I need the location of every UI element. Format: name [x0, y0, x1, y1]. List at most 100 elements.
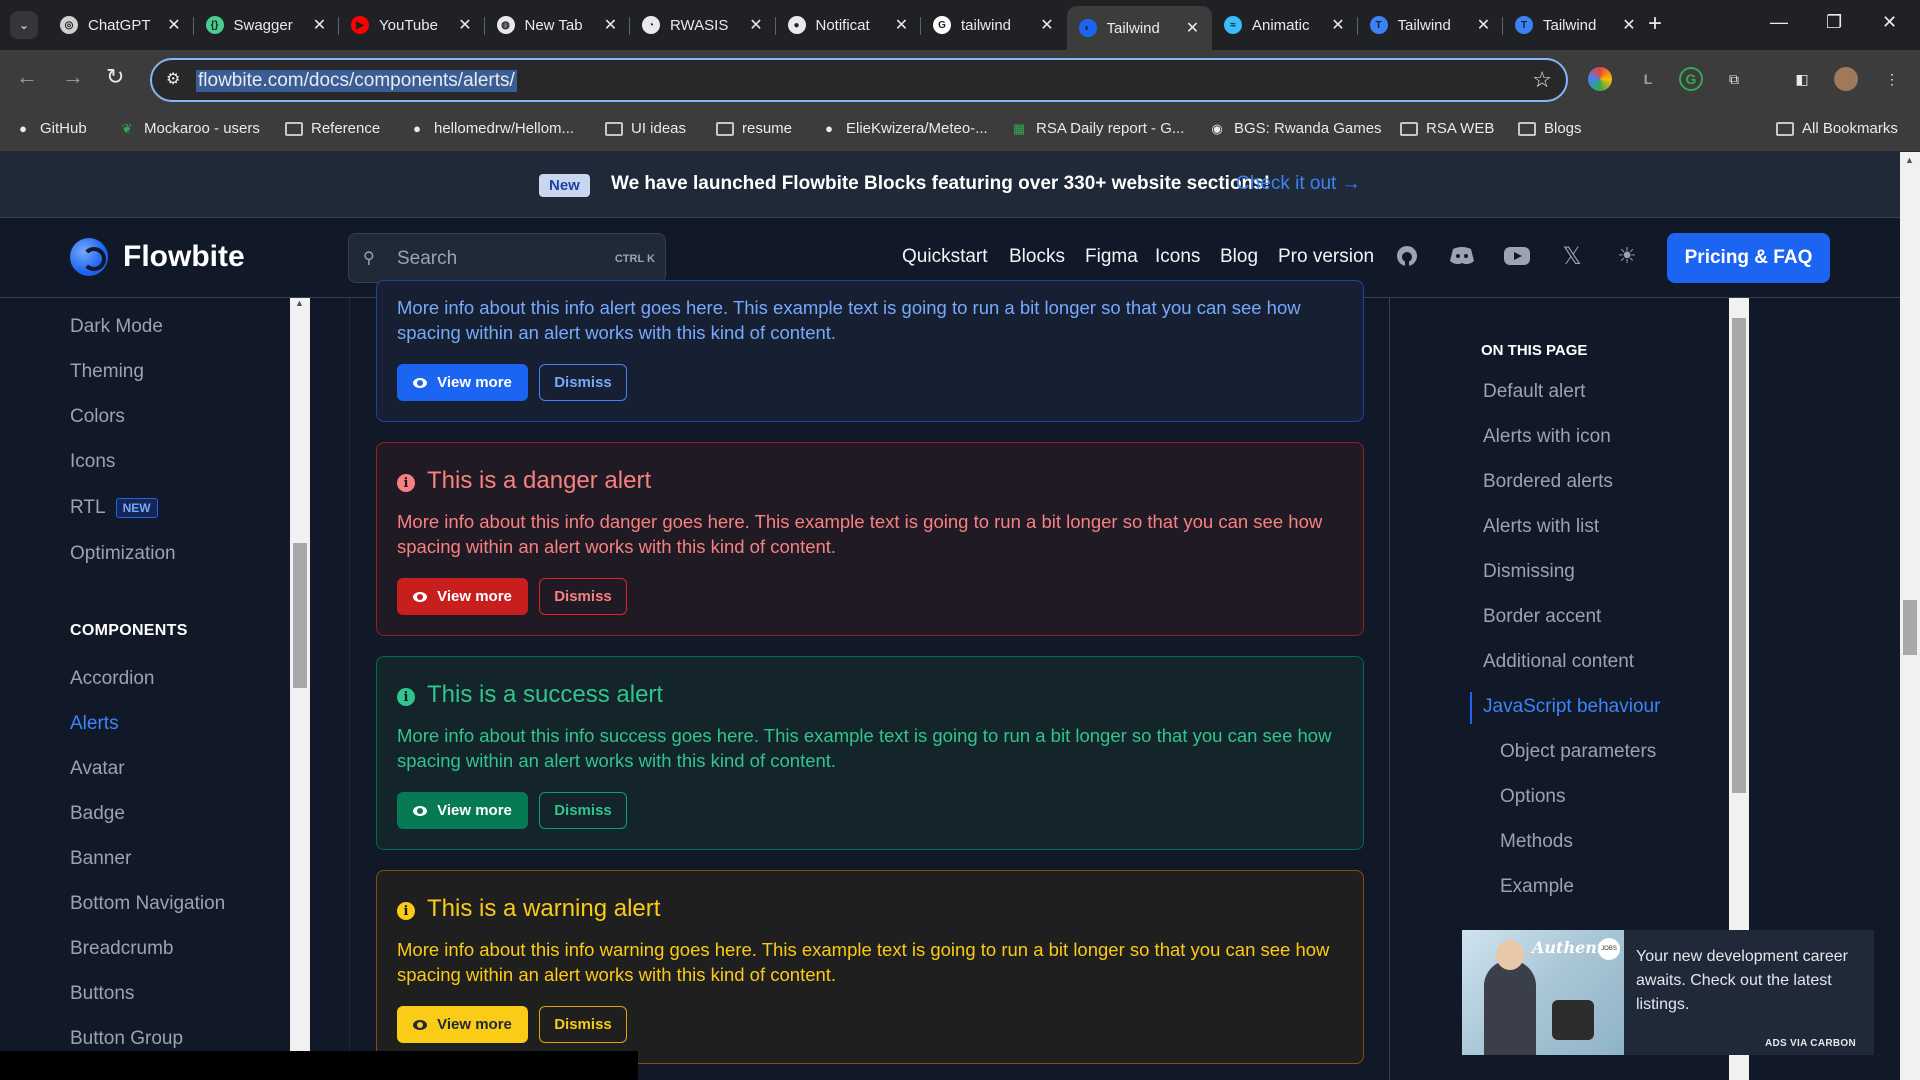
tab-close-icon[interactable]: ✕ — [745, 15, 767, 35]
dismiss-button[interactable]: Dismiss — [539, 364, 627, 401]
url-text[interactable]: flowbite.com/docs/components/alerts/ — [196, 70, 517, 92]
forward-button[interactable]: → — [62, 64, 84, 90]
toc-subitem-options[interactable]: Options — [1500, 786, 1565, 808]
nav-link-figma[interactable]: Figma — [1085, 246, 1138, 268]
tab-search-button[interactable]: ⌄ — [10, 11, 38, 39]
new-tab-button[interactable]: + — [1648, 12, 1662, 36]
nav-link-pro-version[interactable]: Pro version — [1278, 246, 1374, 268]
browser-tab[interactable]: ◎ ChatGPT ✕ — [48, 8, 193, 42]
browser-tab[interactable]: T Tailwind ✕ — [1503, 8, 1648, 42]
ads-via-carbon-link[interactable]: ADS VIA CARBON — [1765, 1038, 1856, 1049]
minimize-button[interactable]: — — [1770, 12, 1788, 33]
extension-colorpicker-icon[interactable] — [1588, 67, 1612, 91]
github-icon[interactable] — [1393, 242, 1421, 270]
sidebar-item-accordion[interactable]: Accordion — [70, 668, 155, 690]
sidebar-item-icons[interactable]: Icons — [70, 451, 115, 473]
nav-link-icons[interactable]: Icons — [1155, 246, 1200, 268]
bookmark-item[interactable]: ◉ BGS: Rwanda Games — [1208, 120, 1381, 137]
bookmark-item[interactable]: resume — [716, 120, 792, 137]
sidebar-item-breadcrumb[interactable]: Breadcrumb — [70, 938, 174, 960]
browser-tab[interactable]: ≈ Animatic ✕ — [1212, 8, 1357, 42]
view-more-button[interactable]: View more — [397, 578, 528, 615]
bookmark-item[interactable]: ● hellomedrw/Hellom... — [408, 120, 574, 137]
site-info-icon[interactable]: ⚙ — [166, 69, 180, 89]
grammarly-icon[interactable]: G — [1679, 67, 1703, 91]
sidebar-scrollbar[interactable] — [290, 298, 310, 1080]
view-more-button[interactable]: View more — [397, 1006, 528, 1043]
toc-scrollbar-thumb[interactable] — [1732, 318, 1746, 793]
sidebar-item-theming[interactable]: Theming — [70, 361, 144, 383]
dismiss-button[interactable]: Dismiss — [539, 578, 627, 615]
carbon-ad[interactable]: Authentic JOBS Your new development care… — [1462, 930, 1874, 1055]
sidebar-item-colors[interactable]: Colors — [70, 406, 125, 428]
sidebar-item-rtl[interactable]: RTL NEW — [70, 497, 158, 519]
toc-subitem-methods[interactable]: Methods — [1500, 831, 1573, 853]
tab-close-icon[interactable]: ✕ — [891, 15, 913, 35]
browser-menu-icon[interactable]: ⋮ — [1880, 67, 1904, 91]
toc-subitem-example[interactable]: Example — [1500, 876, 1574, 898]
scroll-up-arrow-icon[interactable]: ▲ — [1905, 155, 1914, 165]
browser-tab[interactable]: ▶ YouTube ✕ — [339, 8, 484, 42]
all-bookmarks-link[interactable]: All Bookmarks — [1776, 120, 1898, 137]
brand-name[interactable]: Flowbite — [123, 240, 245, 274]
browser-tab[interactable]: T Tailwind ✕ — [1358, 8, 1503, 42]
pricing-faq-button[interactable]: Pricing & FAQ — [1667, 233, 1830, 283]
sidebar-item-buttons[interactable]: Buttons — [70, 983, 134, 1005]
bookmark-item[interactable]: ❦ Mockaroo - users — [118, 120, 260, 137]
discord-icon[interactable] — [1448, 242, 1476, 270]
sidebar-item-badge[interactable]: Badge — [70, 803, 125, 825]
toc-item-bordered-alerts[interactable]: Bordered alerts — [1483, 471, 1613, 493]
toc-item-dismissing[interactable]: Dismissing — [1483, 561, 1575, 583]
restore-button[interactable]: ❐ — [1826, 12, 1842, 33]
address-bar[interactable]: ⚙ flowbite.com/docs/components/alerts/ ☆ — [150, 58, 1568, 102]
tab-close-icon[interactable]: ✕ — [1327, 15, 1349, 35]
tab-close-icon[interactable]: ✕ — [1473, 15, 1495, 35]
bookmark-item[interactable]: ● GitHub — [14, 120, 87, 137]
view-more-button[interactable]: View more — [397, 364, 528, 401]
tab-close-icon[interactable]: ✕ — [1618, 15, 1640, 35]
toc-item-javascript-behaviour[interactable]: JavaScript behaviour — [1483, 696, 1660, 718]
search-input[interactable]: ⚲ Search CTRL K — [348, 233, 666, 283]
extension-l-icon[interactable]: L — [1636, 67, 1660, 91]
toc-item-border-accent[interactable]: Border accent — [1483, 606, 1601, 628]
youtube-icon[interactable] — [1503, 242, 1531, 270]
bookmark-item[interactable]: UI ideas — [605, 120, 686, 137]
sidebar-item-optimization[interactable]: Optimization — [70, 543, 176, 565]
ad-image[interactable]: Authentic JOBS — [1462, 930, 1624, 1055]
banner-link[interactable]: Check it out → — [1236, 173, 1361, 195]
tab-close-icon[interactable]: ✕ — [309, 15, 331, 35]
sidebar-item-bottom-navigation[interactable]: Bottom Navigation — [70, 893, 225, 915]
tab-close-icon[interactable]: ✕ — [600, 15, 622, 35]
sidebar-item-alerts[interactable]: Alerts — [70, 713, 119, 735]
sidebar-item-avatar[interactable]: Avatar — [70, 758, 125, 780]
browser-tab[interactable]: ● Notificat ✕ — [776, 8, 921, 42]
toc-item-additional-content[interactable]: Additional content — [1483, 651, 1634, 673]
ad-text[interactable]: Your new development career awaits. Chec… — [1636, 945, 1858, 1017]
side-panel-icon[interactable]: ◧ — [1790, 67, 1814, 91]
tab-close-icon[interactable]: ✕ — [1036, 15, 1058, 35]
bookmark-item[interactable]: Reference — [285, 120, 380, 137]
theme-toggle-sun-icon[interactable]: ☀ — [1613, 242, 1641, 270]
flowbite-logo-icon[interactable] — [70, 238, 108, 276]
toc-item-default-alert[interactable]: Default alert — [1483, 381, 1585, 403]
bookmark-item[interactable]: RSA WEB — [1400, 120, 1494, 137]
extensions-puzzle-icon[interactable]: ⧉ — [1722, 67, 1746, 91]
toc-item-alerts-with-icon[interactable]: Alerts with icon — [1483, 426, 1611, 448]
close-window-button[interactable]: ✕ — [1882, 12, 1897, 33]
scroll-up-arrow-icon[interactable]: ▲ — [295, 298, 304, 308]
page-scrollbar-thumb[interactable] — [1903, 600, 1917, 655]
bookmark-item[interactable]: ▦ RSA Daily report - G... — [1010, 120, 1185, 137]
dismiss-button[interactable]: Dismiss — [539, 1006, 627, 1043]
reload-button[interactable]: ↻ — [106, 64, 124, 90]
browser-tab[interactable]: Gtailwind ✕ — [921, 8, 1066, 42]
toc-item-alerts-with-list[interactable]: Alerts with list — [1483, 516, 1599, 538]
tab-close-icon[interactable]: ✕ — [1182, 18, 1204, 38]
bookmark-star-icon[interactable]: ☆ — [1532, 67, 1552, 93]
sidebar-item-dark-mode[interactable]: Dark Mode — [70, 316, 163, 338]
browser-tab[interactable]: ◔ RWASIS ✕ — [630, 8, 775, 42]
browser-tab[interactable]: ◐ Tailwind ✕ — [1066, 6, 1212, 50]
nav-link-blog[interactable]: Blog — [1220, 246, 1258, 268]
back-button[interactable]: ← — [16, 64, 38, 90]
toc-subitem-object-parameters[interactable]: Object parameters — [1500, 741, 1656, 763]
browser-tab[interactable]: ◍ New Tab ✕ — [485, 8, 630, 42]
